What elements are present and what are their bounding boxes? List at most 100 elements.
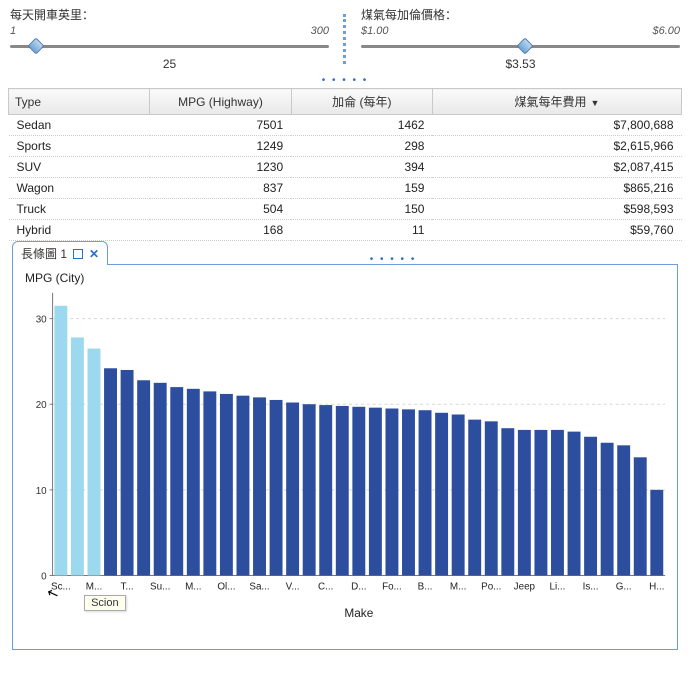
hover-tooltip: Scion <box>84 595 126 611</box>
bar[interactable] <box>402 409 415 575</box>
popout-icon[interactable] <box>73 249 83 259</box>
close-icon[interactable]: ✕ <box>89 247 99 261</box>
bar[interactable] <box>369 408 382 576</box>
svg-text:Po...: Po... <box>481 581 501 592</box>
bar[interactable] <box>88 349 101 576</box>
cell-gallons: 150 <box>291 199 432 220</box>
col-mpg[interactable]: MPG (Highway) <box>150 89 291 115</box>
miles-track[interactable] <box>4 37 335 55</box>
gas-thumb[interactable] <box>517 38 534 55</box>
svg-text:G...: G... <box>616 581 632 592</box>
cell-cost: $2,615,966 <box>432 136 681 157</box>
bar[interactable] <box>435 413 448 576</box>
gas-max: $6.00 <box>652 25 680 37</box>
table-row[interactable]: Wagon837159$865,216 <box>9 178 682 199</box>
panel-dots: • • • • • <box>108 254 678 265</box>
y-axis-title: MPG (City) <box>25 271 671 285</box>
bar[interactable] <box>551 430 564 576</box>
table-row[interactable]: Sedan75011462$7,800,688 <box>9 115 682 136</box>
cell-gallons: 298 <box>291 136 432 157</box>
col-gallons[interactable]: 加侖 (每年) <box>291 89 432 115</box>
gas-slider: 煤氣每加倫價格： $1.00 $6.00 $3.53 <box>355 6 686 71</box>
bar[interactable] <box>270 400 283 576</box>
svg-text:M...: M... <box>450 581 466 592</box>
svg-text:10: 10 <box>36 486 47 497</box>
bar[interactable] <box>336 406 349 576</box>
bar[interactable] <box>220 394 233 576</box>
cell-mpg: 837 <box>150 178 291 199</box>
bar-chart[interactable]: 0102030Sc...M...T...Su...M...Ol...Sa...V… <box>19 287 671 623</box>
cell-mpg: 168 <box>150 220 291 241</box>
cell-gallons: 159 <box>291 178 432 199</box>
cell-type: Wagon <box>9 178 150 199</box>
bar[interactable] <box>170 387 183 575</box>
bar[interactable] <box>104 368 117 575</box>
gas-label: 煤氣每加倫價格： <box>355 6 686 23</box>
svg-text:M...: M... <box>185 581 201 592</box>
gas-min: $1.00 <box>361 25 389 37</box>
svg-text:M...: M... <box>86 581 102 592</box>
bar[interactable] <box>501 428 514 575</box>
separator-dots: • • • • • <box>4 75 686 86</box>
svg-text:Su...: Su... <box>150 581 170 592</box>
cell-cost: $7,800,688 <box>432 115 681 136</box>
svg-text:Sa...: Sa... <box>249 581 269 592</box>
chart-panel: MPG (City) 0102030Sc...M...T...Su...M...… <box>12 264 678 650</box>
bar[interactable] <box>650 490 663 576</box>
bar[interactable] <box>303 404 316 575</box>
bar[interactable] <box>286 403 299 576</box>
svg-text:B...: B... <box>418 581 433 592</box>
table-row[interactable]: Sports1249298$2,615,966 <box>9 136 682 157</box>
bar[interactable] <box>121 370 134 575</box>
miles-max: 300 <box>311 25 329 37</box>
bar[interactable] <box>534 430 547 576</box>
sort-desc-icon: ▼ <box>591 98 600 108</box>
bar[interactable] <box>319 405 332 575</box>
cell-gallons: 11 <box>291 220 432 241</box>
bar[interactable] <box>601 443 614 576</box>
gas-track[interactable] <box>355 37 686 55</box>
bar[interactable] <box>253 397 266 575</box>
col-cost[interactable]: 煤氣每年費用▼ <box>432 89 681 115</box>
table-row[interactable]: SUV1230394$2,087,415 <box>9 157 682 178</box>
miles-label: 每天開車英里： <box>4 6 335 23</box>
svg-text:D...: D... <box>351 581 366 592</box>
bar[interactable] <box>71 337 84 575</box>
bar[interactable] <box>237 396 250 576</box>
bar[interactable] <box>452 415 465 576</box>
bar[interactable] <box>485 421 498 575</box>
cell-cost: $59,760 <box>432 220 681 241</box>
bar[interactable] <box>634 457 647 575</box>
bar[interactable] <box>518 430 531 576</box>
bar[interactable] <box>203 391 216 575</box>
bar[interactable] <box>584 437 597 576</box>
bar[interactable] <box>137 380 150 575</box>
bar[interactable] <box>568 432 581 576</box>
tab-label: 長條圖 1 <box>21 245 67 262</box>
cell-type: Truck <box>9 199 150 220</box>
bar[interactable] <box>154 383 167 576</box>
bar[interactable] <box>419 410 432 575</box>
cell-cost: $865,216 <box>432 178 681 199</box>
chart-tab[interactable]: 長條圖 1 ✕ <box>12 241 108 265</box>
cell-type: SUV <box>9 157 150 178</box>
svg-text:Is...: Is... <box>583 581 599 592</box>
svg-text:Make: Make <box>344 606 373 620</box>
svg-text:Ol...: Ol... <box>217 581 235 592</box>
cell-mpg: 1249 <box>150 136 291 157</box>
bar[interactable] <box>352 407 365 576</box>
bar[interactable] <box>54 306 67 576</box>
bar[interactable] <box>468 420 481 576</box>
bar[interactable] <box>617 445 630 575</box>
svg-text:20: 20 <box>36 400 47 411</box>
miles-thumb[interactable] <box>28 38 45 55</box>
col-type[interactable]: Type <box>9 89 150 115</box>
table-row[interactable]: Hybrid16811$59,760 <box>9 220 682 241</box>
table-row[interactable]: Truck504150$598,593 <box>9 199 682 220</box>
bar[interactable] <box>187 389 200 576</box>
cell-mpg: 7501 <box>150 115 291 136</box>
cell-cost: $2,087,415 <box>432 157 681 178</box>
svg-text:C...: C... <box>318 581 333 592</box>
bar[interactable] <box>385 409 398 576</box>
cell-gallons: 394 <box>291 157 432 178</box>
